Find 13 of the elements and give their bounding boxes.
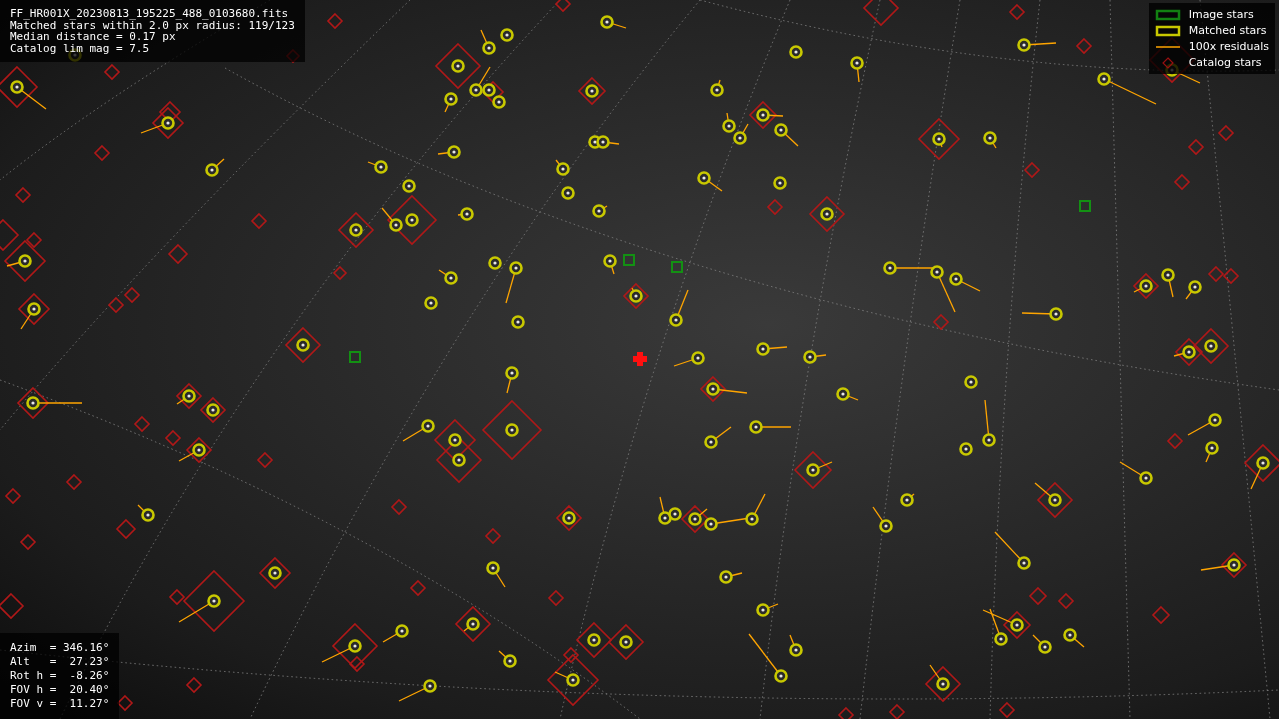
pointing-text: FOV h = 20.40°: [10, 683, 110, 697]
pointing-text: FOV v = 11.27°: [10, 697, 110, 711]
info-text: FF_HR001X_20230813_195225_488_0103680.fits: [10, 8, 290, 20]
legend-label: 100x residuals: [1188, 40, 1269, 53]
pointing-text: Rot h = -8.26°: [10, 669, 110, 683]
legend-label: Image stars: [1188, 8, 1254, 21]
info-text: Catalog lim mag = 7.5: [10, 42, 151, 54]
pointing-text: Azim = 346.16°: [10, 641, 110, 655]
info-text: Matched stars within 2.0 px radius: 119/123: [10, 19, 295, 31]
legend-label: Catalog stars: [1188, 56, 1262, 69]
pointing-text: Alt = 27.23°: [10, 655, 110, 669]
legend-label: Matched stars: [1188, 24, 1267, 37]
info-text: Median distance = 0.17 px: [10, 31, 176, 43]
